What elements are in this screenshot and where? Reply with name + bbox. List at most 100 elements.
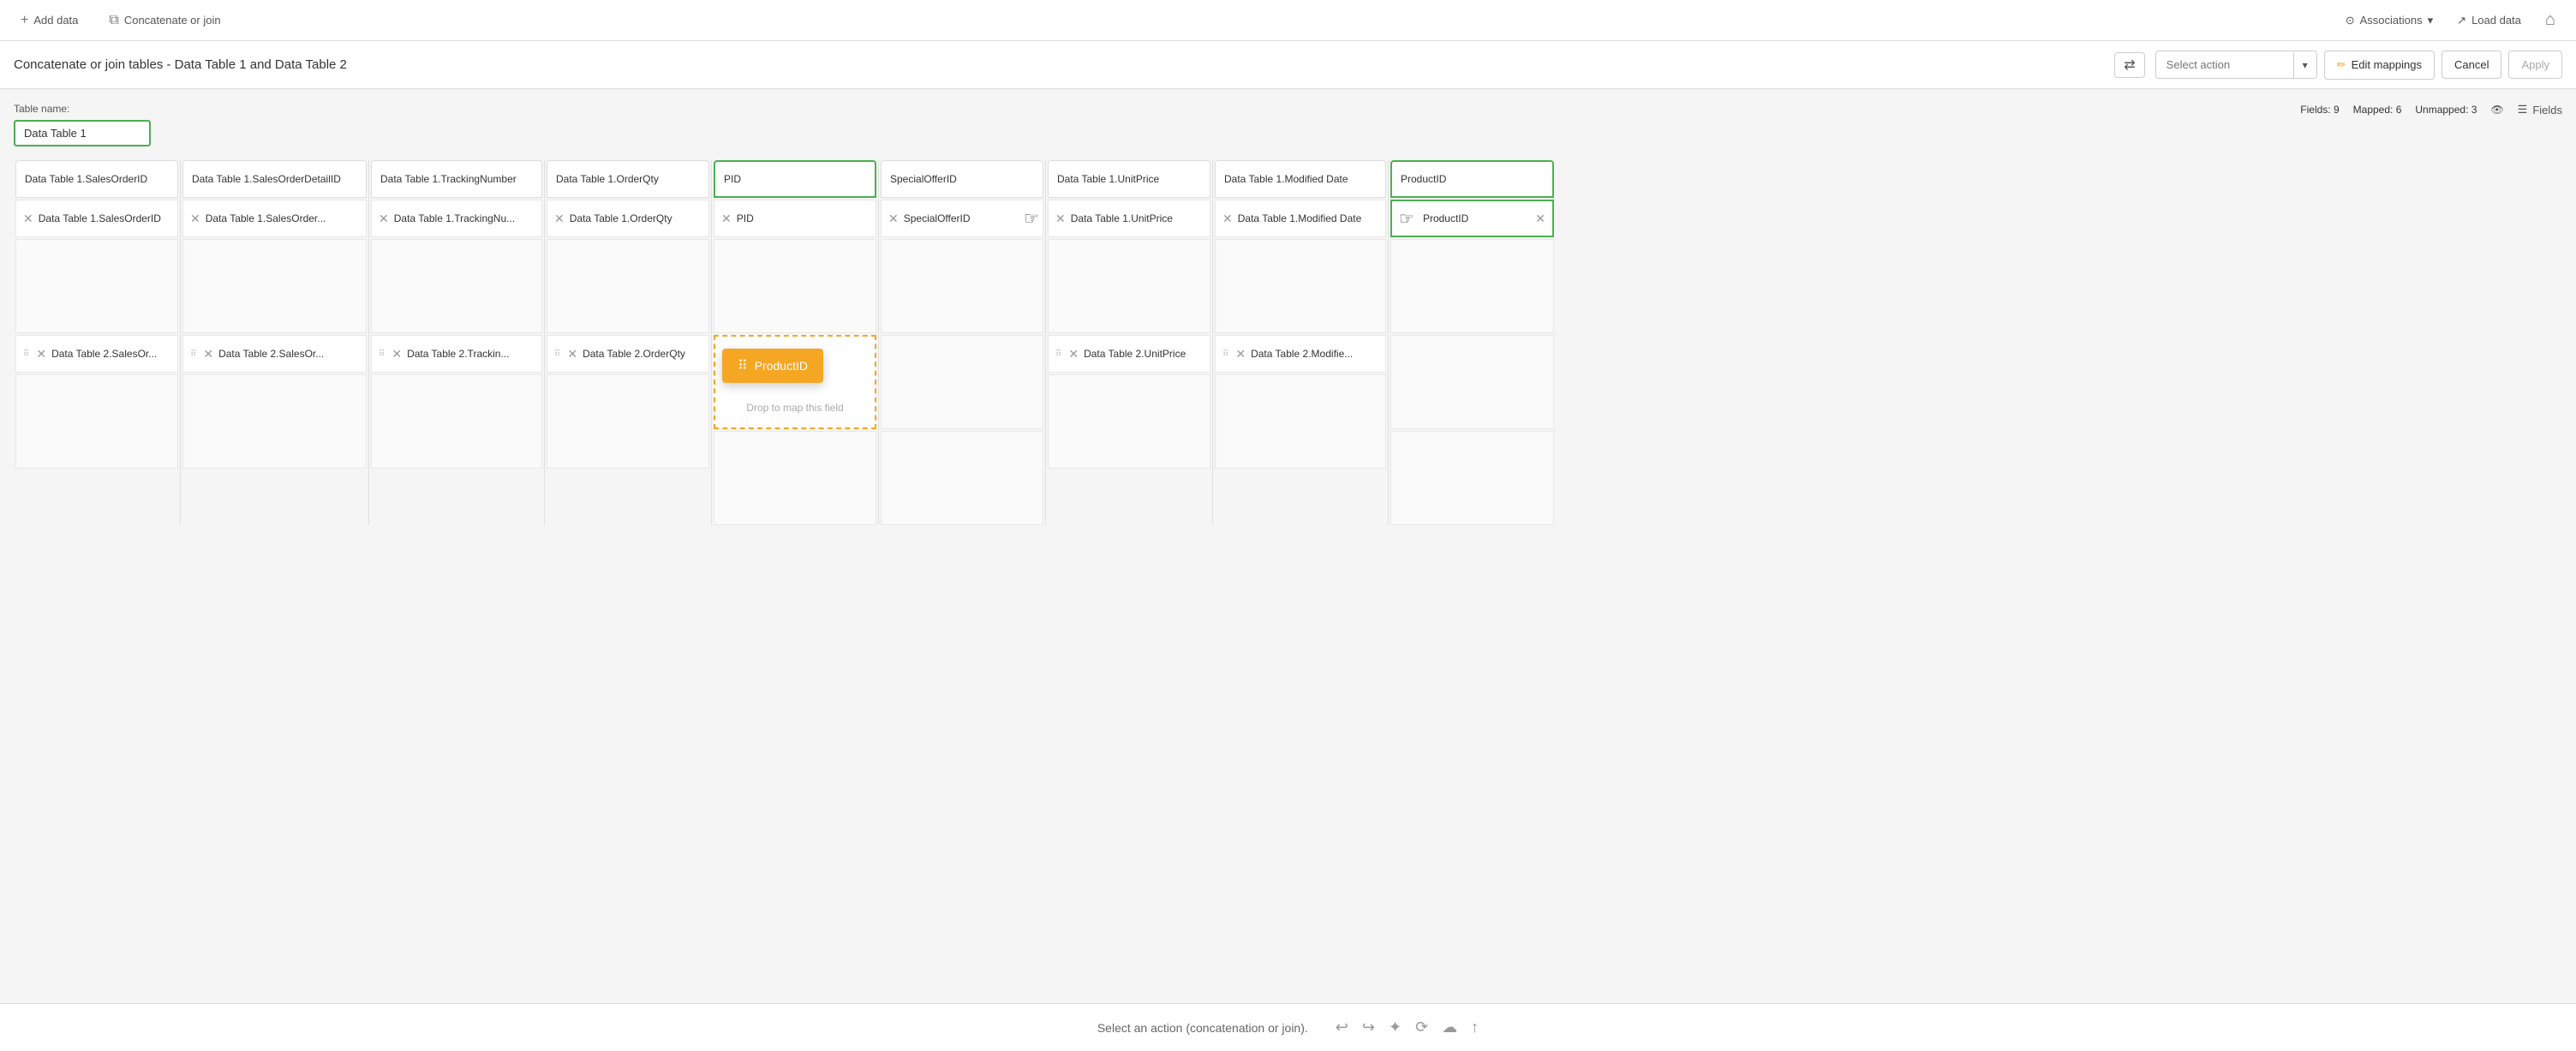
cancel-button[interactable]: Cancel (2442, 51, 2501, 79)
cell-specialofferid-row1: ✕ SpecialOfferID ☞ (881, 200, 1043, 237)
top-toolbar: + Add data ⧉ Concatenate or join ⊙ Assoc… (0, 0, 2576, 41)
action-bar: Concatenate or join tables - Data Table … (0, 41, 2576, 89)
cell-modifieddate-row2: ⠿ ✕ Data Table 2.Modifie... (1215, 335, 1386, 373)
drag-card-productid: ⠿ ProductID (722, 349, 823, 383)
table-name-section: Table name: (14, 103, 2562, 146)
close-salesorderid-row2[interactable]: ✕ (36, 348, 46, 360)
cell-productid-row2 (1390, 335, 1554, 429)
close-orderqty-row1[interactable]: ✕ (554, 212, 565, 224)
drag-handle-salesorderid-r2: ⠿ (23, 349, 29, 359)
cell-salesorderid-empty2 (15, 374, 178, 469)
load-data-button[interactable]: ↗ Load data (2450, 10, 2528, 31)
fields-list-icon: ☰ (2518, 103, 2528, 116)
undo-icon[interactable]: ↩ (1336, 1018, 1348, 1036)
cloud-icon[interactable]: ☁ (1442, 1018, 1457, 1036)
close-salesorderdetailid-row1[interactable]: ✕ (190, 212, 200, 224)
drop-text: Drop to map this field (746, 402, 843, 414)
col-header-salesorderdetailid-text: Data Table 1.SalesOrderDetailID (192, 173, 341, 185)
associations-button[interactable]: ⊙ Associations ▾ (2339, 10, 2440, 31)
cell-modifieddate-empty (1215, 239, 1386, 333)
close-orderqty-row2[interactable]: ✕ (567, 348, 577, 360)
cell-unitprice-empty2 (1048, 374, 1210, 469)
col-header-salesorderid-text: Data Table 1.SalesOrderID (25, 173, 147, 185)
cell-modifieddate-row1: ✕ Data Table 1.Modified Date (1215, 200, 1386, 237)
close-unitprice-row2[interactable]: ✕ (1068, 348, 1079, 360)
fields-summary: Fields: 9 Mapped: 6 Unmapped: 3 👁 ☰ Fiel… (2300, 103, 2562, 116)
cell-salesorderdetailid-row1: ✕ Data Table 1.SalesOrder... (182, 200, 367, 237)
column-productid: ProductID ☞ ProductID ✕ (1389, 160, 1556, 525)
add-data-button[interactable]: + Add data (14, 9, 85, 32)
cell-salesorderdetailid-row2: ⠿ ✕ Data Table 2.SalesOr... (182, 335, 367, 373)
cell-text-specialofferid-r1: SpecialOfferID (904, 212, 1036, 224)
eye-icon[interactable]: 👁 (2490, 104, 2503, 116)
col-header-salesorderid: Data Table 1.SalesOrderID (15, 160, 178, 198)
cell-pid-drop-target[interactable]: ⠿ ProductID Drop to map this field (714, 335, 876, 429)
swap-button[interactable]: ⇄ (2114, 52, 2144, 78)
cell-unitprice-row1: ✕ Data Table 1.UnitPrice (1048, 200, 1210, 237)
load-icon: ↗ (2457, 14, 2466, 27)
close-pid-row1[interactable]: ✕ (721, 212, 732, 224)
cell-pid-row1: ✕ PID (714, 200, 876, 237)
close-specialofferid-row1[interactable]: ✕ (888, 212, 899, 224)
status-bar: Select an action (concatenation or join)… (0, 1003, 2576, 1051)
cell-salesorderdetailid-empty (182, 239, 367, 333)
edit-mappings-label: Edit mappings (2352, 58, 2422, 71)
add-icon: + (21, 13, 28, 28)
cell-unitprice-empty (1048, 239, 1210, 333)
close-salesorderid-row1[interactable]: ✕ (23, 212, 33, 224)
close-unitprice-row1[interactable]: ✕ (1055, 212, 1066, 224)
col-header-pid: PID (714, 160, 876, 198)
select-action-chevron[interactable]: ▾ (2293, 52, 2316, 78)
drag-card-label: ProductID (755, 359, 808, 373)
cell-salesorderdetailid-empty2 (182, 374, 367, 469)
cell-text-modifieddate-r2: Data Table 2.Modifie... (1251, 348, 1378, 360)
upload-icon[interactable]: ↑ (1471, 1018, 1479, 1036)
cell-modifieddate-empty2 (1215, 374, 1386, 469)
pencil-icon: ✏ (2337, 58, 2346, 72)
col-header-unitprice-text: Data Table 1.UnitPrice (1057, 173, 1159, 185)
apply-label: Apply (2521, 58, 2549, 71)
cell-text-productid-r1: ProductID (1423, 212, 1530, 224)
cell-specialofferid-empty (881, 239, 1043, 333)
col-header-unitprice: Data Table 1.UnitPrice (1048, 160, 1210, 198)
table-name-input[interactable] (14, 120, 151, 146)
close-modifieddate-row2[interactable]: ✕ (1235, 348, 1246, 360)
columns-container: Data Table 1.SalesOrderID ✕ Data Table 1… (14, 160, 2562, 525)
refresh-icon[interactable]: ⟳ (1415, 1018, 1428, 1036)
cell-specialofferid-empty2 (881, 431, 1043, 525)
column-salesorderdetailid: Data Table 1.SalesOrderDetailID ✕ Data T… (181, 160, 369, 525)
associations-icon: ⊙ (2346, 14, 2355, 27)
cell-text-salesorderdetailid-r1: Data Table 1.SalesOrder... (206, 212, 359, 224)
page-title: Concatenate or join tables - Data Table … (14, 57, 2104, 72)
cell-productid-row1: ☞ ProductID ✕ (1390, 200, 1554, 237)
col-header-trackingnumber-text: Data Table 1.TrackingNumber (380, 173, 517, 185)
col-header-productid-text: ProductID (1401, 173, 1446, 185)
select-action-input[interactable] (2156, 51, 2293, 78)
status-text: Select an action (concatenation or join)… (1097, 1021, 1308, 1035)
cursor-hand-productid: ☞ (1399, 208, 1414, 230)
mapped-count: Mapped: 6 (2353, 104, 2402, 116)
close-productid-row1[interactable]: ✕ (1535, 212, 1545, 224)
associations-chevron: ▾ (2428, 14, 2434, 27)
home-button[interactable]: ⌂ (2538, 7, 2562, 33)
home-icon: ⌂ (2545, 10, 2555, 29)
close-salesorderdetailid-row2[interactable]: ✕ (203, 348, 213, 360)
cell-pid-empty (714, 239, 876, 333)
concat-join-button[interactable]: ⧉ Concatenate or join (102, 9, 227, 32)
col-header-pid-text: PID (724, 173, 741, 185)
close-trackingnumber-row2[interactable]: ✕ (391, 348, 402, 360)
star-icon[interactable]: ✦ (1389, 1018, 1402, 1036)
close-trackingnumber-row1[interactable]: ✕ (379, 212, 389, 224)
cell-orderqty-row1: ✕ Data Table 1.OrderQty (547, 200, 709, 237)
fields-button[interactable]: ☰ Fields (2518, 103, 2562, 116)
apply-button[interactable]: Apply (2508, 51, 2562, 79)
drag-handle-unitprice-r2: ⠿ (1055, 349, 1061, 359)
cell-salesorderid-empty (15, 239, 178, 333)
close-modifieddate-row1[interactable]: ✕ (1222, 212, 1233, 224)
cancel-label: Cancel (2454, 58, 2489, 71)
edit-mappings-button[interactable]: ✏ Edit mappings (2324, 51, 2435, 80)
col-header-specialofferid-text: SpecialOfferID (890, 173, 957, 185)
col-header-modifieddate: Data Table 1.Modified Date (1215, 160, 1386, 198)
col-header-modifieddate-text: Data Table 1.Modified Date (1224, 173, 1348, 185)
redo-icon[interactable]: ↪ (1362, 1018, 1375, 1036)
